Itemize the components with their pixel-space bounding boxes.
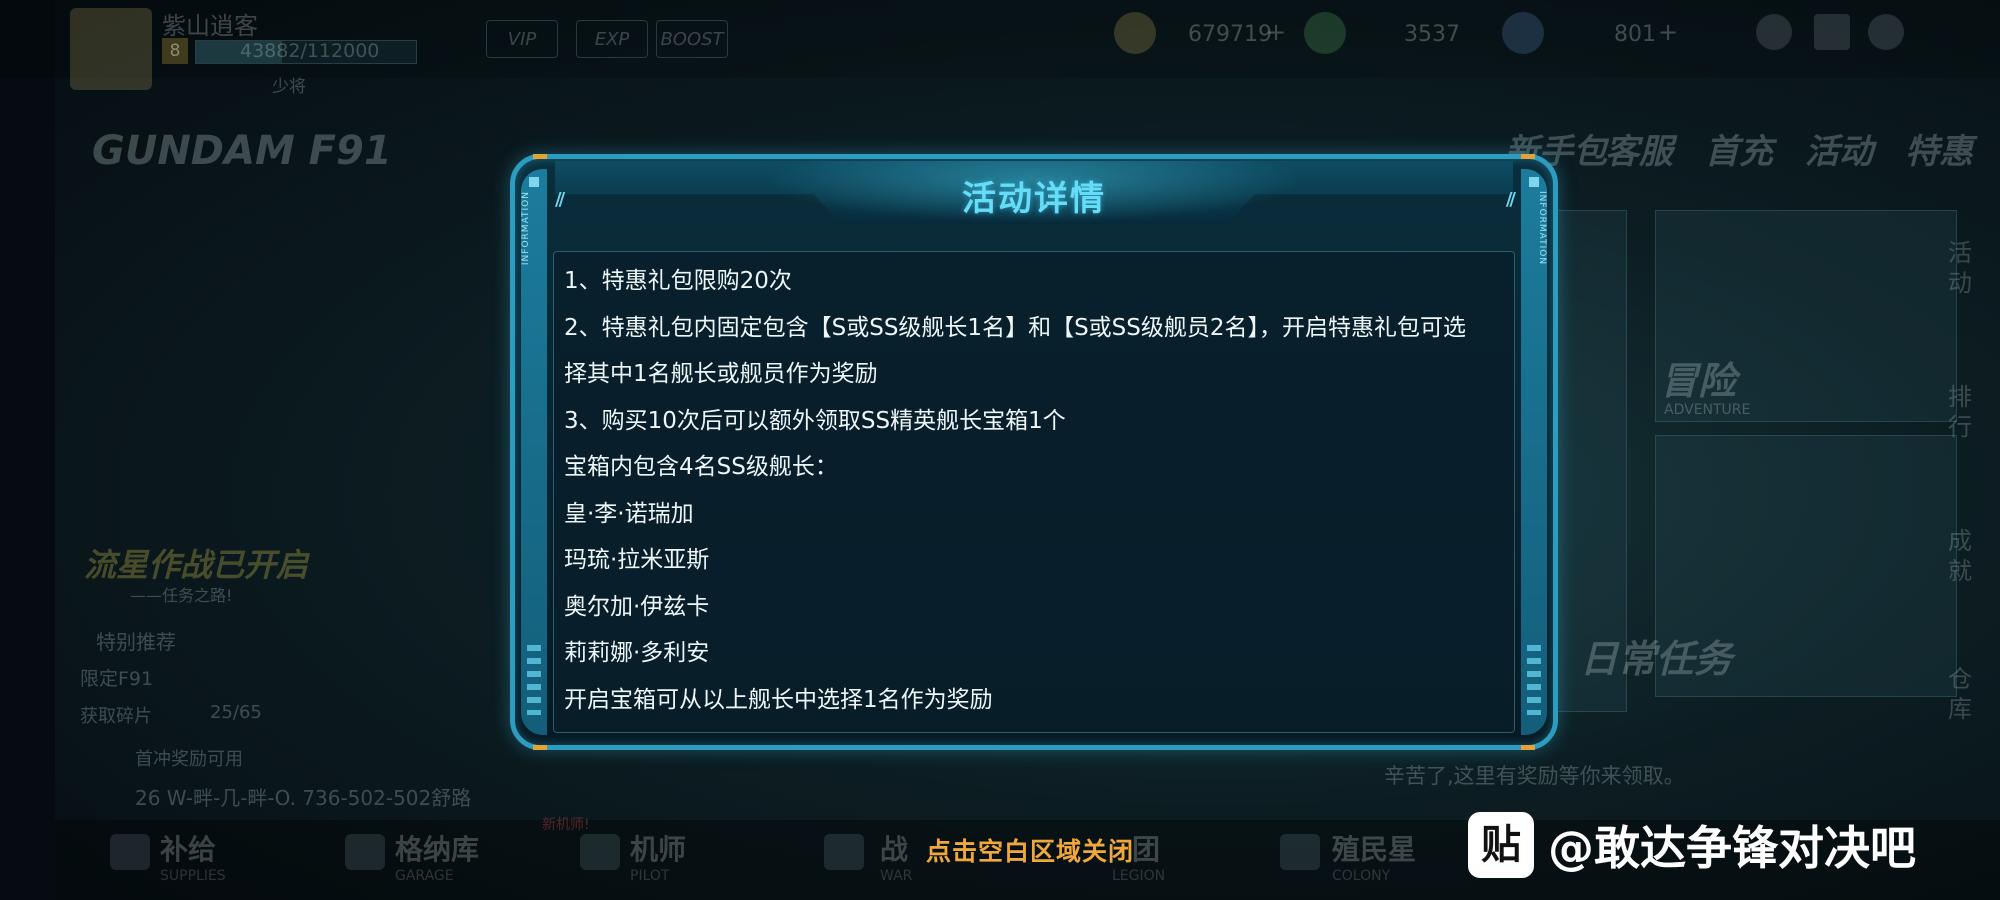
detail-line: 择其中1名舰长或舰员作为奖励 <box>564 361 878 387</box>
adventure-en: ADVENTURE <box>1664 402 1751 418</box>
dialog-right-rail: INFORMATION <box>1521 169 1547 735</box>
dialog-title: 活动详情 <box>962 179 1106 219</box>
war-icon <box>824 834 864 870</box>
detail-line: 开启宝箱可从以上舰长中选择1名作为奖励 <box>564 686 993 713</box>
boost-badge[interactable]: BOOST <box>656 20 728 58</box>
nav-colony[interactable]: 殖民星 <box>1332 828 1416 868</box>
new-tag: 新机师! <box>542 817 590 833</box>
watermark-text: @敢达争锋对决吧 <box>1548 821 1916 875</box>
menu-first-charge[interactable]: 首充 <box>1705 124 1773 173</box>
mail-icon[interactable] <box>1756 14 1792 50</box>
nav-garage-sub: GARAGE <box>395 868 454 884</box>
fragments-value: 25/65 <box>210 702 262 723</box>
tieba-logo-icon: 贴 <box>1468 812 1534 878</box>
gold-value: 679719 <box>1188 22 1272 47</box>
gold-coin-icon <box>1114 12 1156 54</box>
crystal-icon <box>1502 12 1544 54</box>
corner-accent <box>1521 745 1535 750</box>
game-logo: GUNDAM F91 <box>92 128 392 174</box>
right-menu-storage[interactable]: 仓库 <box>1940 664 1980 724</box>
corner-accent <box>533 745 547 750</box>
watermark: 贴 @敢达争锋对决吧 <box>1468 812 1916 878</box>
pilot-icon <box>580 834 620 870</box>
avatar[interactable] <box>70 8 152 90</box>
close-hint[interactable]: 点击空白区域关闭 <box>900 832 1160 868</box>
add-crystal-button[interactable]: + <box>1658 18 1678 46</box>
supplies-icon <box>110 834 150 870</box>
rank-label: 少将 <box>272 77 306 97</box>
adventure-title[interactable]: 冒险 <box>1660 350 1736 405</box>
menu-activity[interactable]: 活动 <box>1805 124 1873 173</box>
detail-line: 1、特惠礼包限购20次 <box>564 268 792 294</box>
event-sub: ——任务之路! <box>130 586 233 605</box>
nav-supplies-sub: SUPPLIES <box>160 868 226 884</box>
daily-task-title[interactable]: 日常任务 <box>1580 628 1732 683</box>
nav-pilot-sub: PILOT <box>630 868 670 884</box>
event-banner[interactable]: 流星作战已开启 <box>84 540 308 586</box>
supply-icon <box>1304 12 1346 54</box>
special-title: 特别推荐 <box>96 630 176 654</box>
dialog-left-rail: INFORMATION <box>521 169 547 735</box>
top-bar <box>0 0 2000 78</box>
chat-icon[interactable] <box>1814 14 1850 50</box>
detail-line: 2、特惠礼包内固定包含【S或SS级舰长1名】和【S或SS级舰员2名】，开启特惠礼… <box>564 314 1466 341</box>
nav-war-sub: WAR <box>880 868 913 884</box>
detail-line: 奥尔加·伊兹卡 <box>564 593 710 620</box>
player-name: 紫山逍客 <box>162 12 258 40</box>
ticker-text: 26 W-畔-几-畔-O. 736-502-502舒路 <box>135 786 472 810</box>
gear-icon[interactable] <box>1868 14 1904 50</box>
colony-icon <box>1280 834 1320 870</box>
reward-hint: 辛苦了,这里有奖励等你来领取。 <box>1384 764 1685 788</box>
right-menu-ranking[interactable]: 排行 <box>1940 382 1980 442</box>
first-charge-note[interactable]: 首冲奖励可用 <box>135 745 243 771</box>
rail-stripes <box>527 645 541 715</box>
corner-accent <box>1521 154 1535 159</box>
add-gold-button[interactable]: + <box>1266 18 1286 46</box>
rail-stripes <box>1527 645 1541 715</box>
right-menu-activity[interactable]: 活动 <box>1940 238 1980 298</box>
detail-line: 3、购买10次后可以额外领取SS精英舰长宝箱1个 <box>564 407 1066 434</box>
supply-value: 3537 <box>1404 22 1460 47</box>
level-badge: 8 <box>162 38 188 64</box>
detail-line: 皇·李·诺瑞加 <box>564 500 694 527</box>
nav-legion-sub: LEGION <box>1112 868 1166 884</box>
detail-line: 莉莉娜·多利安 <box>564 640 710 666</box>
special-sub: 限定F91 <box>80 668 154 690</box>
nav-pilot[interactable]: 机师 <box>630 828 686 868</box>
crystal-value: 801 <box>1614 22 1656 47</box>
nav-colony-sub: COLONY <box>1332 868 1391 884</box>
corner-accent <box>533 154 547 159</box>
menu-service[interactable]: 客服 <box>1605 124 1673 173</box>
dialog-content: 1、特惠礼包限购20次 2、特惠礼包内固定包含【S或SS级舰长1名】和【S或SS… <box>553 251 1515 733</box>
activity-details-dialog: INFORMATION INFORMATION // // 活动详情 1、特惠礼… <box>510 154 1558 750</box>
detail-line: 宝箱内包含4名SS级舰长： <box>564 454 838 480</box>
nav-supplies[interactable]: 补给 <box>160 828 216 868</box>
nav-garage[interactable]: 格纳库 <box>395 828 479 868</box>
right-menu-achievement[interactable]: 成就 <box>1940 526 1980 586</box>
garage-icon <box>345 834 385 870</box>
fragments-label: 获取碎片 <box>80 706 152 727</box>
vip-badge[interactable]: VIP <box>486 20 558 58</box>
menu-special[interactable]: 特惠 <box>1905 124 1973 173</box>
exp-badge[interactable]: EXP <box>576 20 648 58</box>
exp-value: 43882/112000 <box>240 40 380 62</box>
detail-line: 玛琉·拉米亚斯 <box>564 547 710 573</box>
